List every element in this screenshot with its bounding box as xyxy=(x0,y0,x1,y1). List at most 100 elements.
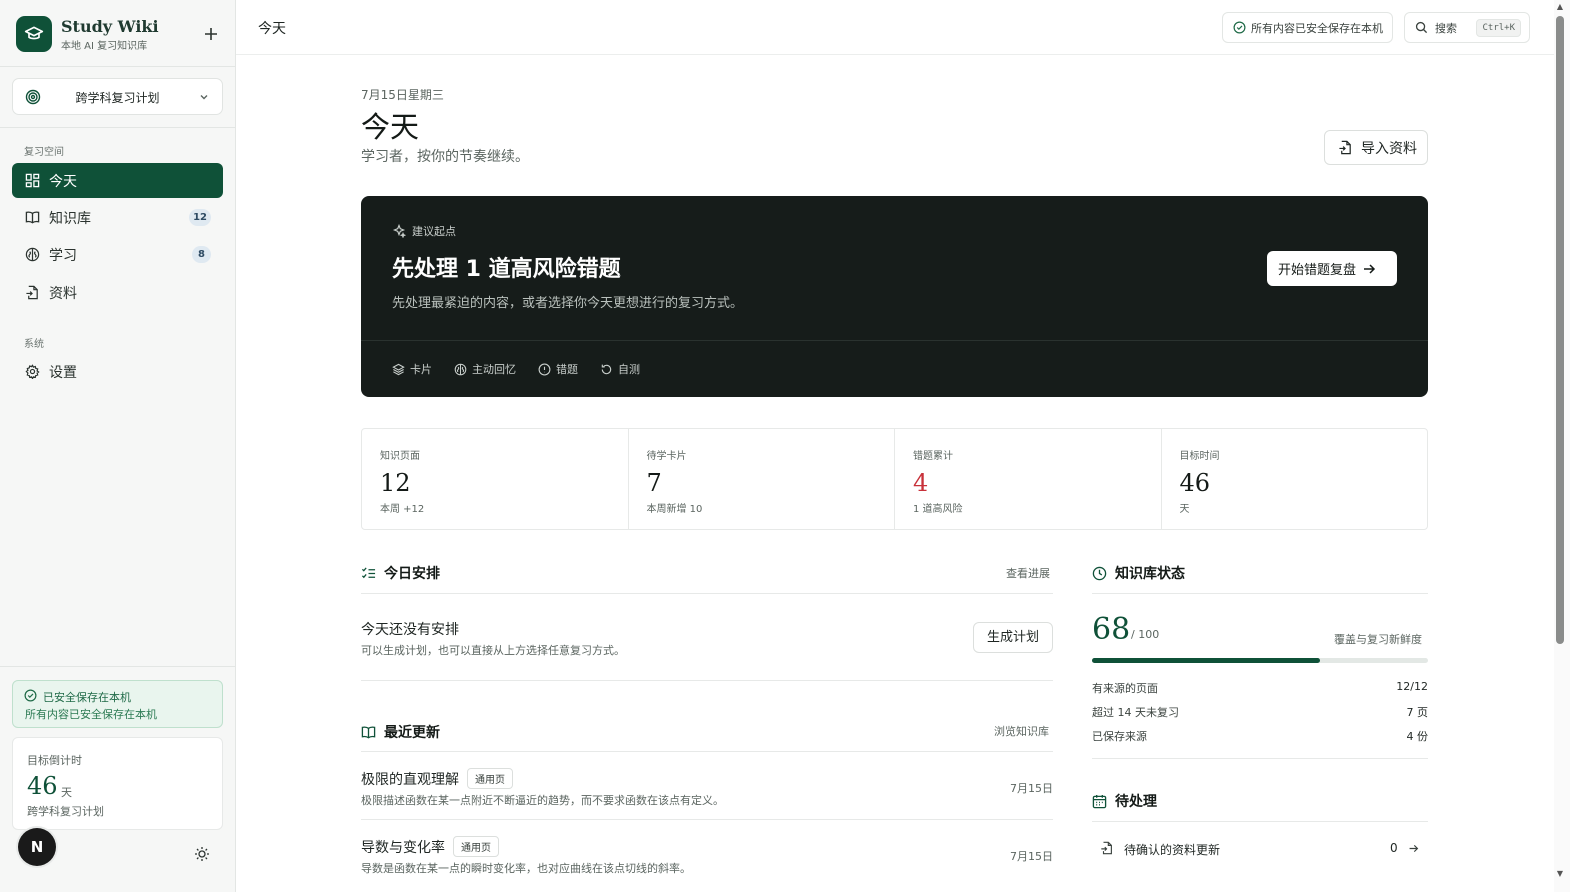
kb-progress-fill xyxy=(1092,658,1321,663)
import-button-label: 导入资料 xyxy=(1361,140,1417,157)
kb-score: 68 xyxy=(1092,612,1131,647)
mode-cards[interactable]: 卡片 xyxy=(392,361,432,377)
pending-item-label: 待确认的资料更新 xyxy=(1124,843,1221,857)
update-date: 7月15日 xyxy=(1010,782,1053,795)
save-status-indicator[interactable]: 所有内容已安全保存在本机 xyxy=(1222,12,1393,43)
mode-label: 错题 xyxy=(556,363,578,376)
file-import-icon xyxy=(1100,841,1114,855)
sidebar-item-label: 今天 xyxy=(49,173,77,190)
page-subtitle: 学习者，按你的节奏继续。 xyxy=(361,149,529,165)
divider xyxy=(0,127,235,128)
section-label-review: 复习空间 xyxy=(24,147,64,158)
layers-icon xyxy=(392,363,405,376)
rotate-icon xyxy=(600,363,613,376)
plan-select[interactable]: 跨学科复习计划 xyxy=(12,78,223,115)
sparkles-icon xyxy=(392,224,406,238)
kb-stat-label: 超过 14 天未复习 xyxy=(1092,706,1179,719)
check-circle-icon xyxy=(1233,21,1246,34)
mode-label: 主动回忆 xyxy=(472,363,516,376)
countdown-card: 目标倒计时 46 天 跨学科复习计划 xyxy=(12,737,223,830)
brain-icon xyxy=(454,363,467,376)
sidebar-item-label: 学习 xyxy=(49,247,77,264)
stat-card-mistakes: 错题累计 4 1 道高风险 xyxy=(895,429,1162,529)
kb-status-heading: 知识库状态 xyxy=(1092,563,1185,583)
kb-stat-row: 超过 14 天未复习 7 页 xyxy=(1092,704,1428,720)
update-date: 7月15日 xyxy=(1010,850,1053,863)
kb-stat-row: 有来源的页面 12/12 xyxy=(1092,680,1428,696)
arrow-right-icon xyxy=(1362,262,1376,276)
breadcrumb: 今天 xyxy=(258,21,286,37)
scroll-down-arrow-icon[interactable]: ▼ xyxy=(1555,869,1565,879)
countdown-value: 46 xyxy=(27,772,58,800)
sidebar-item-settings[interactable]: 设置 xyxy=(12,354,223,389)
kb-stat-value: 12/12 xyxy=(1396,680,1428,693)
check-circle-icon xyxy=(24,689,37,702)
page-title: 今天 xyxy=(361,110,420,144)
sidebar-item-study[interactable]: 学习 8 xyxy=(12,237,223,272)
scroll-up-arrow-icon[interactable]: ▲ xyxy=(1555,2,1565,12)
saved-status-card: 已安全保存在本机 所有内容已安全保存在本机 xyxy=(12,680,223,728)
list-checks-icon xyxy=(361,566,376,581)
sidebar-item-today[interactable]: 今天 xyxy=(12,163,223,198)
divider xyxy=(0,66,235,67)
sidebar: Study Wiki 本地 AI 复习知识库 跨学科复习计划 复习空间 今天 知… xyxy=(0,0,236,892)
grid-icon xyxy=(24,173,40,189)
alert-circle-icon xyxy=(538,363,551,376)
theme-toggle-button[interactable] xyxy=(194,846,210,862)
divider xyxy=(361,680,1053,681)
save-status-label: 所有内容已安全保存在本机 xyxy=(1251,21,1383,35)
update-title: 极限的直观理解 xyxy=(361,771,459,788)
chevron-down-icon xyxy=(198,91,210,103)
start-mistake-review-button[interactable]: 开始错题复盘 xyxy=(1267,251,1397,286)
stats-row: 知识页面 12 本周 +12 待学卡片 7 本周新增 10 错题累计 4 1 道… xyxy=(361,428,1428,530)
saved-status-title: 已安全保存在本机 xyxy=(43,691,131,704)
mode-self-test[interactable]: 自测 xyxy=(600,361,640,377)
scrollbar-thumb[interactable] xyxy=(1556,16,1564,644)
hero-kicker-label: 建议起点 xyxy=(412,225,456,238)
recent-updates-heading: 最近更新 xyxy=(361,722,440,742)
list-item[interactable]: 导数与变化率 通用页 导数是函数在某一点的瞬时变化率，也对应曲线在该点切线的斜率… xyxy=(361,836,1053,892)
list-item[interactable]: 极限的直观理解 通用页 极限描述函数在某一点附近不断逼近的趋势，而不要求函数在该… xyxy=(361,768,1053,824)
stat-label: 目标时间 xyxy=(1179,451,1220,462)
pending-item[interactable]: 待确认的资料更新 0 xyxy=(1092,834,1428,864)
stat-note: 本周新增 10 xyxy=(646,504,703,515)
stat-value: 7 xyxy=(646,469,662,497)
view-progress-link[interactable]: 查看进展 xyxy=(1006,565,1050,581)
mode-label: 自测 xyxy=(618,363,640,376)
cta-label: 开始错题复盘 xyxy=(1278,263,1357,278)
kb-stat-label: 有来源的页面 xyxy=(1092,682,1158,695)
page-type-tag: 通用页 xyxy=(467,768,513,789)
divider xyxy=(1092,593,1428,594)
kb-status-title: 知识库状态 xyxy=(1115,566,1185,582)
import-button[interactable]: 导入资料 xyxy=(1324,130,1428,165)
kb-progress-bar xyxy=(1092,658,1428,663)
sidebar-item-label: 资料 xyxy=(49,285,77,302)
browse-knowledge-link[interactable]: 浏览知识库 xyxy=(994,723,1049,739)
brand-title: Study Wiki xyxy=(61,17,159,36)
new-item-button[interactable] xyxy=(201,24,221,44)
divider xyxy=(0,666,235,667)
file-import-icon xyxy=(24,285,40,301)
sidebar-item-knowledge[interactable]: 知识库 12 xyxy=(12,200,223,235)
hero-headline: 先处理 1 道高风险错题 xyxy=(392,257,621,282)
stat-note: 本周 +12 xyxy=(380,504,425,515)
topbar: 今天 所有内容已安全保存在本机 搜索 Ctrl+K xyxy=(236,0,1554,55)
plus-icon xyxy=(205,28,217,40)
search-label: 搜索 xyxy=(1435,21,1457,35)
plan-select-label: 跨学科复习计划 xyxy=(75,91,160,105)
stat-label: 知识页面 xyxy=(380,451,420,462)
generate-plan-button[interactable]: 生成计划 xyxy=(973,622,1053,653)
empty-plan-subtitle: 可以生成计划，也可以直接从上方选择任意复习方式。 xyxy=(361,644,625,657)
saved-status-subtitle: 所有内容已安全保存在本机 xyxy=(25,708,157,721)
update-title-wrap: 极限的直观理解 通用页 xyxy=(361,768,513,789)
countdown-label: 目标倒计时 xyxy=(27,754,82,767)
stat-card-target: 目标时间 46 天 xyxy=(1162,429,1428,529)
sidebar-item-materials[interactable]: 资料 xyxy=(12,275,223,310)
update-title: 导数与变化率 xyxy=(361,839,445,856)
mode-active-recall[interactable]: 主动回忆 xyxy=(454,361,516,377)
avatar[interactable]: N xyxy=(18,828,56,866)
search-button[interactable]: 搜索 Ctrl+K xyxy=(1404,12,1530,43)
brand-subtitle: 本地 AI 复习知识库 xyxy=(61,41,148,52)
mode-mistakes[interactable]: 错题 xyxy=(538,361,578,377)
kb-score-caption: 覆盖与复习新鲜度 xyxy=(1334,633,1422,646)
